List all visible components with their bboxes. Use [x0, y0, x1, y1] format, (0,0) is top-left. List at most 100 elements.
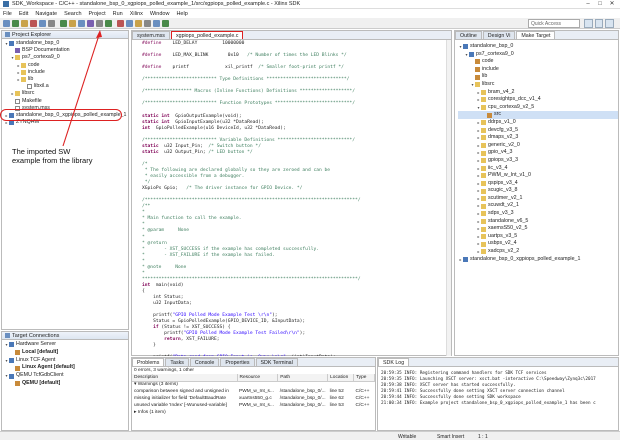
column-header[interactable]: Description — [132, 374, 238, 382]
menu-xilinx[interactable]: Xilinx — [130, 11, 143, 17]
table-row[interactable]: missing initializer for field 'DefaultBa… — [132, 395, 375, 402]
tab-outline-1[interactable]: Design Vi — [482, 31, 516, 39]
toolbar-button-icon[interactable] — [69, 19, 76, 27]
menu-file[interactable]: File — [3, 11, 12, 17]
table-row[interactable]: ▾ Warnings (3 items) — [132, 381, 375, 388]
menu-window[interactable]: Window — [150, 11, 170, 17]
code-line[interactable]: printf("Data read from GPIO Input is 0x%… — [142, 355, 361, 356]
code-line[interactable]: /************************** Function Pro… — [142, 101, 361, 107]
perspective-debug-icon[interactable] — [594, 19, 604, 28]
toolbar-button-icon[interactable] — [21, 19, 28, 27]
column-header[interactable]: Location — [327, 374, 355, 382]
tree-item[interactable]: ▸ gpiops_v3_3 — [458, 157, 618, 165]
maximize-button[interactable]: □ — [594, 0, 606, 9]
column-header[interactable]: Resource — [237, 374, 279, 382]
tree-item[interactable]: ▸ usbps_v2_4 — [458, 240, 618, 248]
code-text[interactable]: #define LED_DELAY 10000000 #define LED_MA… — [142, 41, 361, 356]
menu-run[interactable]: Run — [113, 11, 123, 17]
toolbar-button-icon[interactable] — [105, 19, 112, 27]
tree-item[interactable]: ▸ bram_v4_2 — [458, 89, 618, 97]
tree-item[interactable]: ▸ gpio_v4_3 — [458, 149, 618, 157]
toolbar-button-icon[interactable] — [78, 19, 85, 27]
tree-item[interactable]: ▸ coresightps_dcc_v1_4 — [458, 96, 618, 104]
toolbar-button-icon[interactable] — [12, 19, 19, 27]
tab-outline-0[interactable]: Outline — [455, 31, 482, 39]
tree-item[interactable]: ▸ scutimer_v2_1 — [458, 195, 618, 203]
tree-item[interactable]: ▾ Hardware Server — [4, 341, 128, 349]
menu-help[interactable]: Help — [176, 11, 187, 17]
tree-item[interactable]: Local [default] — [4, 349, 128, 357]
menu-search[interactable]: Search — [64, 11, 81, 17]
tree-item[interactable]: ▸ scuwdt_v2_1 — [458, 202, 618, 210]
tree-item[interactable]: ▾ ps7_cortexa9_0 — [458, 51, 618, 59]
tree-item[interactable]: ▸ dmaps_v2_3 — [458, 134, 618, 142]
code-line[interactable]: #define printf xil_printf /* Smaller foo… — [142, 65, 361, 71]
tree-item[interactable]: ▸ iic_v3_4 — [458, 165, 618, 173]
toolbar-button-icon[interactable] — [96, 19, 103, 27]
tree-item[interactable]: QEMU [default] — [4, 380, 128, 388]
tree-item[interactable]: ▾ libsrc — [458, 81, 618, 89]
minimize-button[interactable]: – — [582, 0, 594, 9]
tree-item[interactable]: ▾ Linux TCF Agent — [4, 357, 128, 365]
table-row[interactable]: ▸ Infos (1 item) — [132, 409, 375, 416]
toolbar-button-icon[interactable] — [135, 19, 142, 27]
tree-item[interactable]: ▸ sdps_v3_3 — [458, 210, 618, 218]
tree-item[interactable]: ▸ standalone_v6_5 — [458, 218, 618, 226]
tree-item[interactable]: ▸ devcfg_v3_5 — [458, 127, 618, 135]
tab-system-mss[interactable]: system.mss — [132, 31, 170, 39]
editor-scrollbar[interactable] — [446, 40, 451, 356]
tree-item[interactable]: ▸ xaemsS50_v2_5 — [458, 225, 618, 233]
tab-problems[interactable]: Problems — [132, 358, 165, 366]
toolbar-button-icon[interactable] — [39, 19, 46, 27]
code-line[interactable]: /***************************************… — [142, 198, 361, 204]
tree-item[interactable]: ▸ qspips_v3_4 — [458, 180, 618, 188]
tab-tasks[interactable]: Tasks — [165, 358, 189, 366]
table-row[interactable]: comparison between signed and unsigned i… — [132, 388, 375, 395]
tree-item-selected[interactable]: src — [458, 111, 618, 119]
code-area[interactable]: #define LED_DELAY 10000000 #define LED_MA… — [132, 40, 451, 356]
code-line[interactable]: #define LED_MAX_BLINK 0x10 /* Number of … — [142, 53, 361, 59]
toolbar-button-icon[interactable] — [144, 19, 151, 27]
perspective-remote-icon[interactable] — [605, 19, 615, 28]
target-connections-header[interactable]: Target Connections — [2, 332, 128, 340]
tree-item[interactable]: code — [458, 58, 618, 66]
toolbar-button-icon[interactable] — [162, 19, 169, 27]
tab-sdk-log[interactable]: SDK Log — [378, 358, 410, 366]
tree-item[interactable]: ▸ generic_v2_0 — [458, 142, 618, 150]
perspective-cpp-icon[interactable] — [584, 19, 593, 28]
tab-properties[interactable]: Properties — [220, 358, 255, 366]
code-line[interactable]: /***************** Macros (Inline Functi… — [142, 89, 361, 95]
tree-item[interactable]: ▸ standalone_bsp_0_xgpiops_polled_example… — [458, 256, 618, 264]
table-row[interactable]: unused variable 'Index' [-Wunused-variab… — [132, 402, 375, 409]
menu-navigate[interactable]: Navigate — [35, 11, 57, 17]
tab-xgpiops-polled-example[interactable]: xgpiops_polled_example.c — [170, 31, 244, 39]
tree-item[interactable]: ▾ cpu_cortexa9_v2_5 — [458, 104, 618, 112]
toolbar-button-icon[interactable] — [153, 19, 160, 27]
tree-item[interactable]: Linux Agent [default] — [4, 364, 128, 372]
tree-item[interactable]: ▸ ddrps_v1_0 — [458, 119, 618, 127]
menu-project[interactable]: Project — [89, 11, 106, 17]
tree-item[interactable]: ▸ scugic_v3_8 — [458, 187, 618, 195]
tree-item[interactable]: ▾ standalone_bsp_0 — [458, 43, 618, 51]
close-button[interactable]: ✕ — [606, 0, 618, 9]
tree-item[interactable]: ▸ xadcps_v2_2 — [458, 248, 618, 256]
tab-outline-2[interactable]: Make Target — [516, 31, 556, 39]
tree-item[interactable]: ▾ QEMU TcfGdbClient — [4, 372, 128, 380]
menu-edit[interactable]: Edit — [19, 11, 28, 17]
toolbar-button-icon[interactable] — [60, 19, 67, 27]
tab-console[interactable]: Console — [189, 358, 220, 366]
tree-item[interactable]: include — [458, 66, 618, 74]
toolbar-button-icon[interactable] — [48, 19, 55, 27]
tree-item[interactable]: lib — [458, 73, 618, 81]
toolbar-button-icon[interactable] — [126, 19, 133, 27]
quick-access-input[interactable]: Quick Access — [528, 19, 580, 28]
tab-sdk-terminal[interactable]: SDK Terminal — [255, 358, 298, 366]
tree-item[interactable]: ▸ uartps_v3_5 — [458, 233, 618, 241]
code-line[interactable]: /************************** Type Definit… — [142, 77, 361, 83]
toolbar-button-icon[interactable] — [30, 19, 37, 27]
toolbar-button-icon[interactable] — [3, 19, 10, 27]
column-header[interactable]: Type — [353, 374, 375, 382]
column-header[interactable]: Path — [277, 374, 329, 382]
toolbar-button-icon[interactable] — [117, 19, 124, 27]
toolbar-button-icon[interactable] — [87, 19, 94, 27]
